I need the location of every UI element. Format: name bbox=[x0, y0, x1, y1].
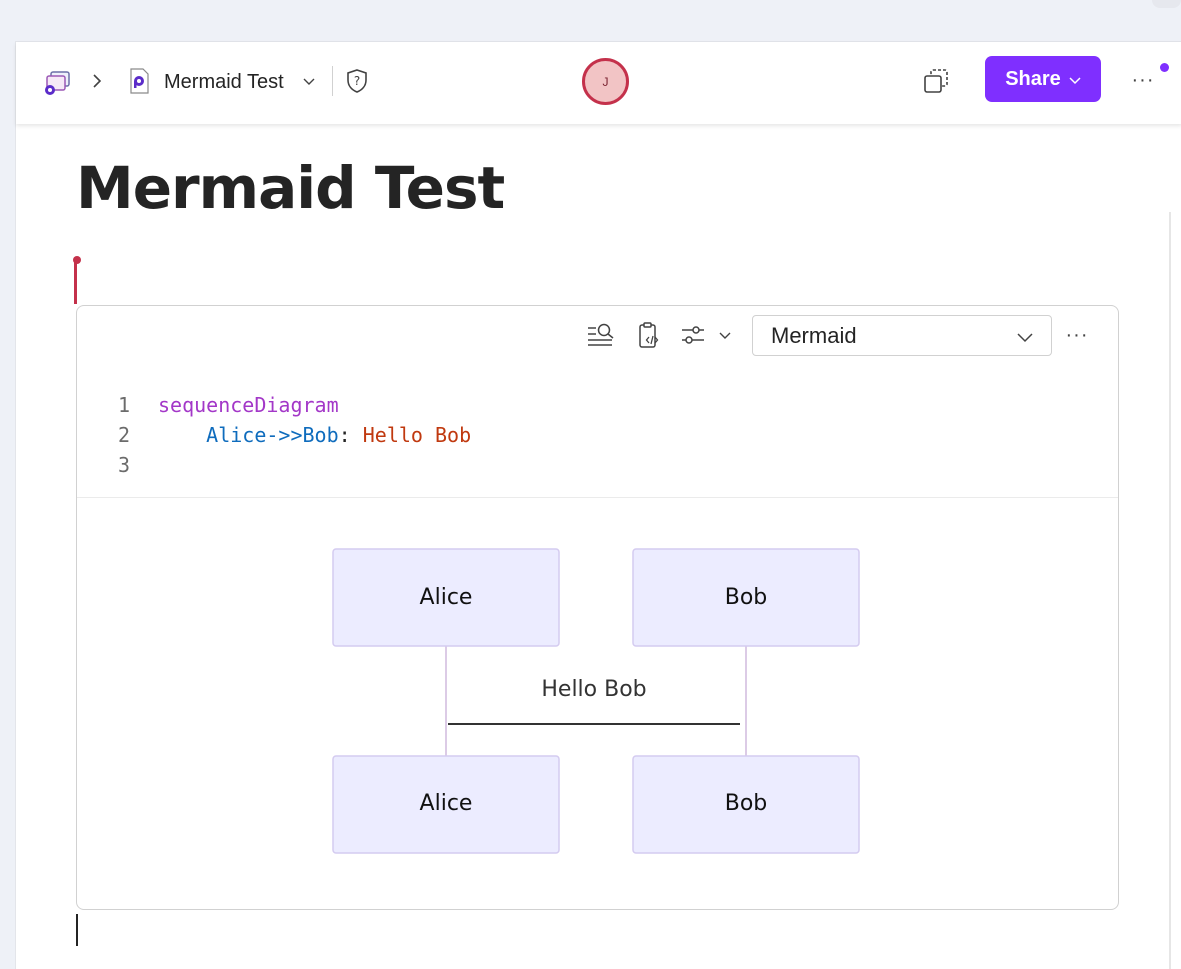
line-number: 1 bbox=[117, 393, 131, 417]
toolbar-divider bbox=[332, 66, 333, 96]
collaborator-cursor bbox=[73, 256, 81, 304]
code-arrow: ->> bbox=[266, 423, 303, 447]
chevron-down-icon bbox=[1069, 68, 1081, 91]
actor-label-bottom-alice: Alice bbox=[420, 791, 473, 816]
find-icon[interactable] bbox=[585, 318, 617, 352]
loop-page-icon[interactable] bbox=[128, 67, 150, 95]
code-actor-from: Alice bbox=[206, 423, 267, 447]
code-line: 3 bbox=[77, 450, 1118, 480]
actor-label-top-alice: Alice bbox=[420, 585, 473, 610]
code-actor-to: Bob bbox=[302, 423, 339, 447]
code-colon: : bbox=[338, 423, 363, 447]
doc-title[interactable]: Mermaid Test bbox=[164, 66, 284, 98]
message-label: Hello Bob bbox=[541, 677, 646, 702]
more-options-icon[interactable]: ··· bbox=[1128, 68, 1158, 92]
chevron-down-icon[interactable] bbox=[302, 72, 316, 92]
loop-app-icon[interactable] bbox=[42, 67, 72, 97]
code-text: sequenceDiagram bbox=[158, 393, 339, 417]
code-keyword: sequenceDiagram bbox=[158, 393, 339, 417]
code-line: 1 sequenceDiagram bbox=[77, 390, 1118, 420]
line-number: 3 bbox=[117, 453, 131, 477]
code-text: Alice->>Bob: Hello Bob bbox=[158, 423, 471, 447]
code-line: 2 Alice->>Bob: Hello Bob bbox=[77, 420, 1118, 450]
chevron-right-icon bbox=[89, 69, 105, 93]
share-button[interactable]: Share bbox=[985, 56, 1101, 102]
sequence-diagram: Alice Bob Hello Bob Alice Bob bbox=[332, 548, 860, 854]
format-settings-icon[interactable] bbox=[679, 318, 737, 352]
app-window: Mermaid Test ? J Share ··· Mermaid Test … bbox=[15, 41, 1181, 969]
code-block-component: Mermaid ··· 1 sequenceDiagram 2 Alice->>… bbox=[76, 305, 1119, 910]
shield-icon[interactable]: ? bbox=[344, 67, 370, 95]
svg-text:?: ? bbox=[354, 74, 360, 88]
page-title: Mermaid Test bbox=[76, 154, 505, 222]
share-button-label: Share bbox=[1005, 67, 1061, 90]
chevron-down-icon bbox=[1017, 323, 1033, 349]
avatar[interactable]: J bbox=[582, 58, 629, 105]
window-corner-control bbox=[1152, 0, 1181, 8]
actor-label-bottom-bob: Bob bbox=[725, 791, 768, 816]
language-select-value: Mermaid bbox=[771, 322, 857, 348]
copy-component-icon[interactable] bbox=[921, 66, 951, 96]
notification-dot bbox=[1160, 63, 1169, 72]
top-bar: Mermaid Test ? J Share ··· bbox=[16, 42, 1181, 124]
code-message: Hello Bob bbox=[362, 423, 472, 447]
code-editor[interactable]: 1 sequenceDiagram 2 Alice->>Bob: Hello B… bbox=[77, 390, 1118, 494]
line-number: 2 bbox=[117, 423, 131, 447]
actor-label-top-bob: Bob bbox=[725, 585, 768, 610]
language-select[interactable]: Mermaid bbox=[752, 315, 1052, 356]
scrollbar-track[interactable] bbox=[1169, 212, 1171, 969]
more-options-icon[interactable]: ··· bbox=[1062, 320, 1092, 350]
mermaid-preview: Alice Bob Hello Bob Alice Bob bbox=[77, 498, 1118, 909]
copy-code-icon[interactable] bbox=[635, 318, 665, 352]
text-caret bbox=[76, 914, 78, 946]
